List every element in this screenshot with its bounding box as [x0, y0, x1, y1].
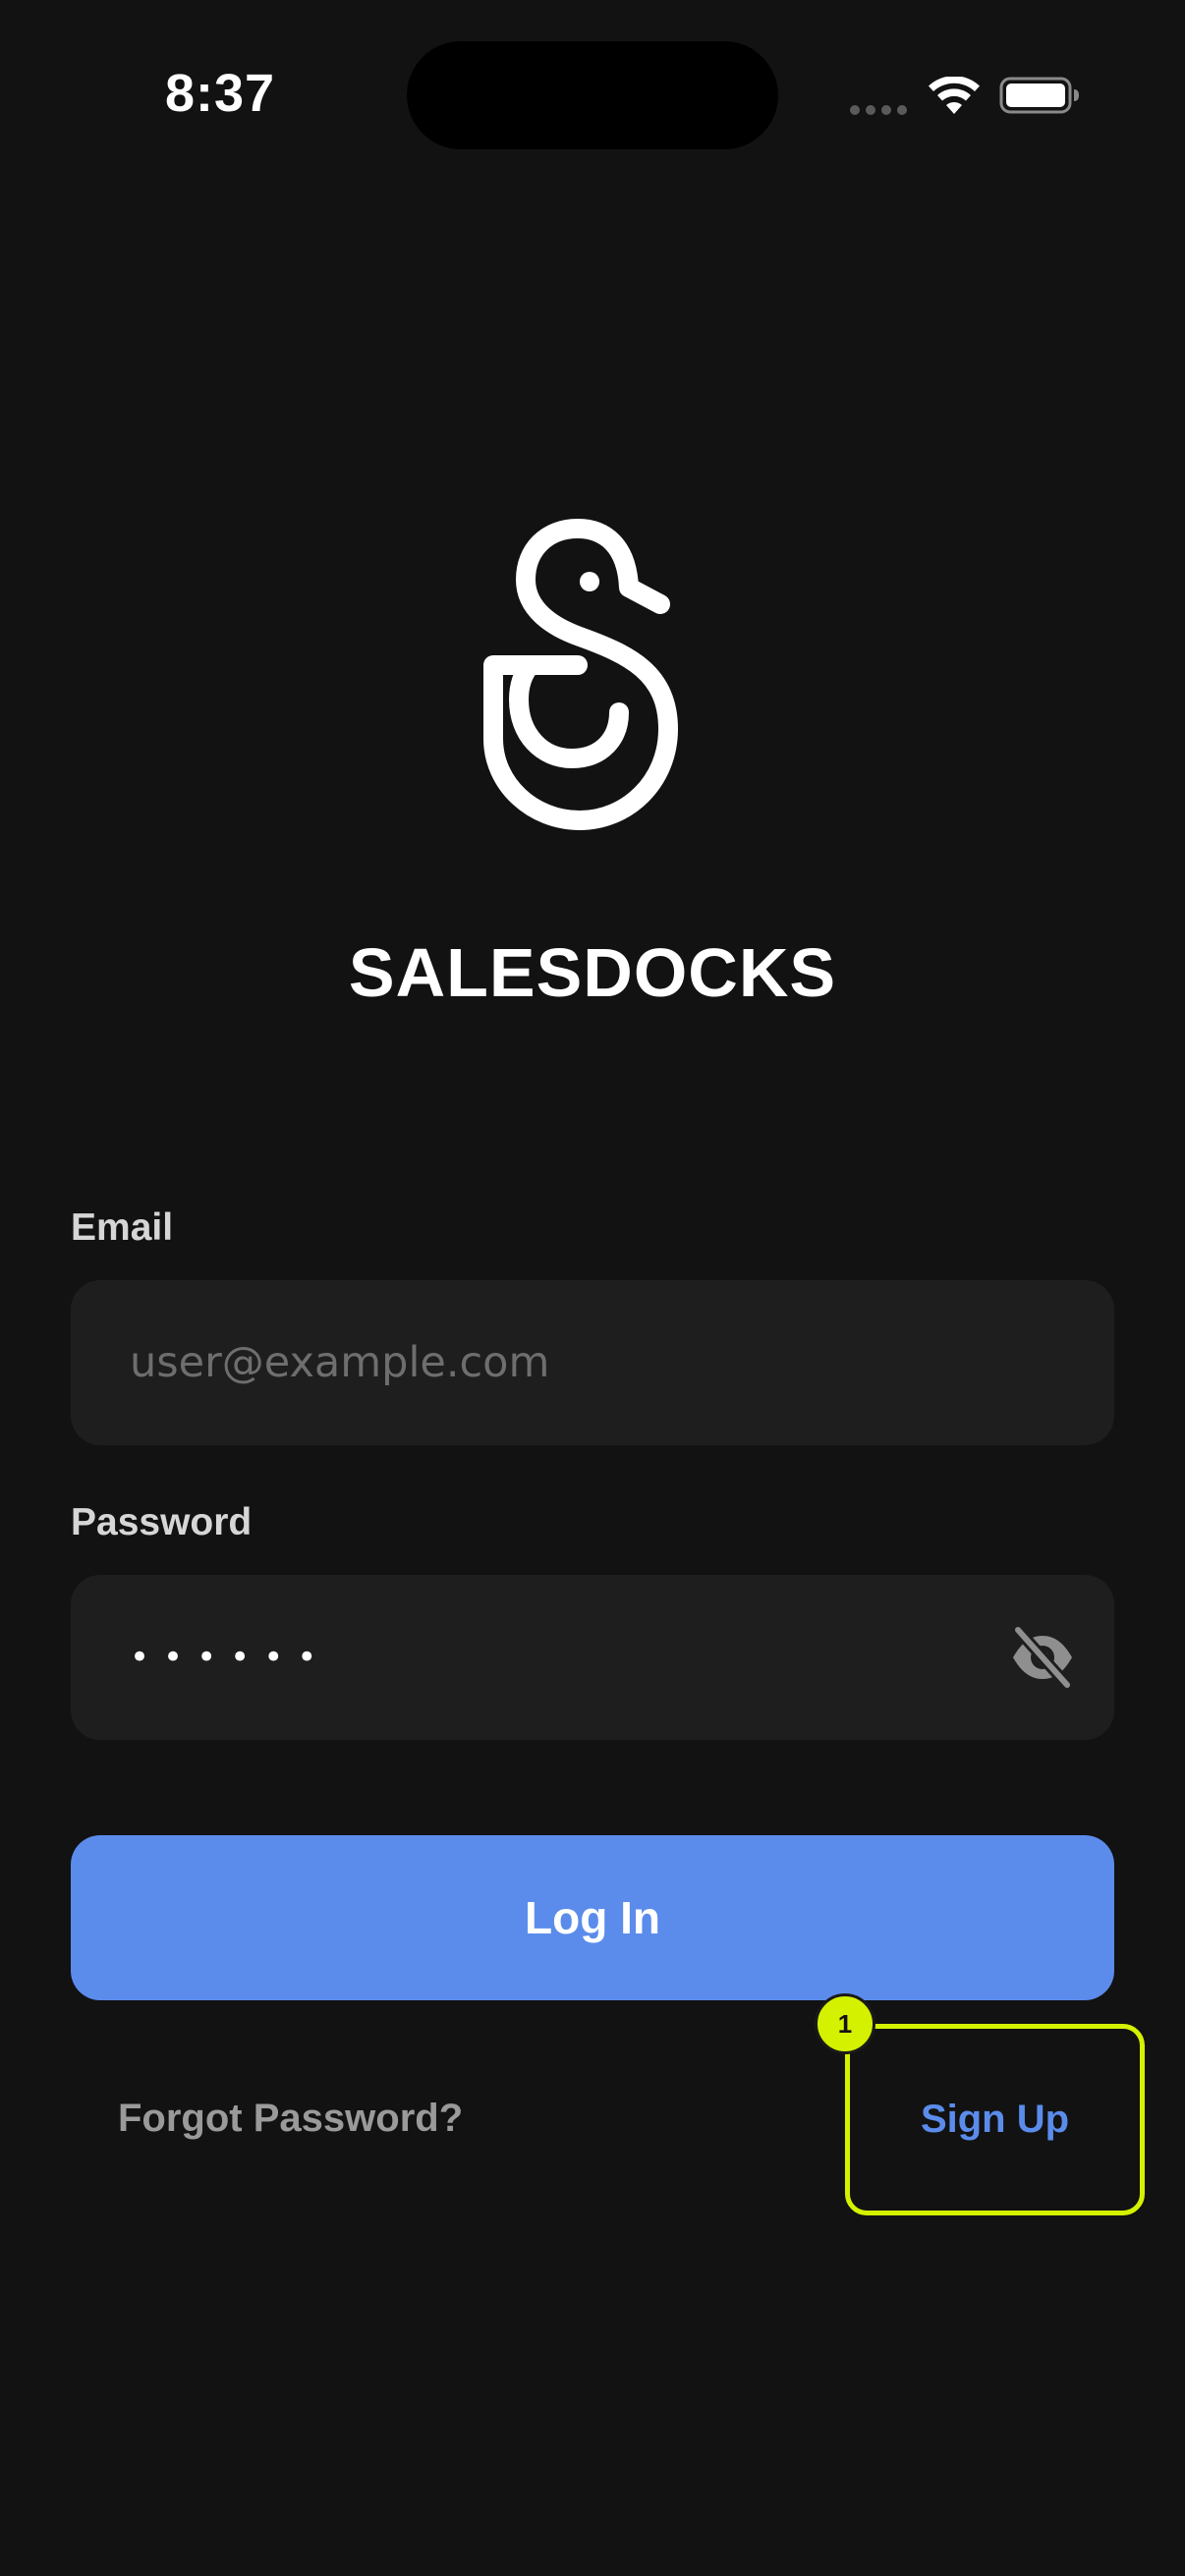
email-input[interactable] — [130, 1280, 1014, 1445]
annotation-marker: 1 — [815, 1993, 875, 2054]
cellular-signal-icon — [850, 105, 907, 115]
forgot-password-link[interactable]: Forgot Password? — [118, 2097, 463, 2141]
login-button[interactable]: Log In — [71, 1835, 1114, 2000]
dynamic-island — [407, 41, 778, 149]
status-time: 8:37 — [165, 64, 276, 123]
eye-slash-icon[interactable] — [1008, 1626, 1077, 1689]
salesdocks-logo-icon — [483, 519, 678, 830]
app-name: SALESDOCKS — [348, 934, 837, 1011]
sign-up-link[interactable]: Sign Up — [845, 2024, 1145, 2215]
wifi-icon — [929, 77, 980, 114]
password-label: Password — [71, 1501, 253, 1543]
password-value: •••••• — [130, 1638, 331, 1677]
battery-icon — [999, 77, 1079, 114]
password-field[interactable]: •••••• — [71, 1575, 1114, 1740]
email-field-container — [71, 1280, 1114, 1445]
email-label: Email — [71, 1206, 174, 1249]
